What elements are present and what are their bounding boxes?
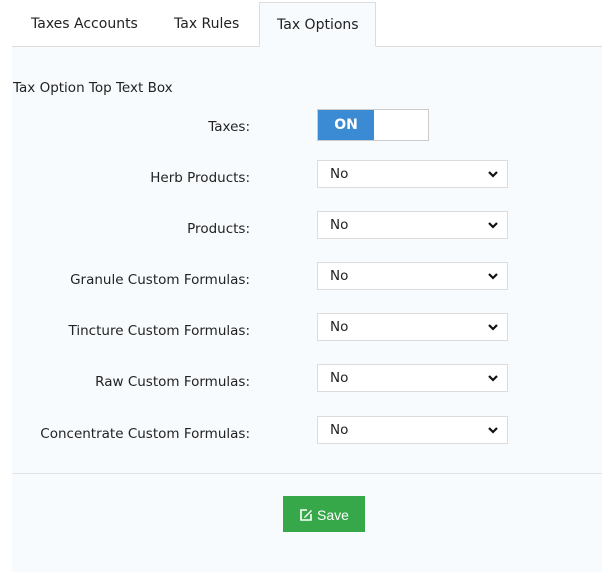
tab-tax-options[interactable]: Tax Options [259, 2, 376, 47]
select-value: No [330, 217, 349, 233]
save-label: Save [317, 507, 349, 523]
tab-bar: Taxes Accounts Tax Rules Tax Options [12, 0, 602, 47]
raw-custom-formulas-label: Raw Custom Formulas: [95, 374, 250, 390]
select-value: No [330, 319, 349, 335]
chevron-down-icon [488, 171, 498, 178]
products-select[interactable]: No [317, 211, 508, 239]
tab-tax-rules[interactable]: Tax Rules [158, 2, 255, 46]
granule-custom-formulas-select[interactable]: No [317, 262, 508, 290]
tax-options-panel [12, 46, 602, 572]
chevron-down-icon [488, 427, 498, 434]
granule-custom-formulas-label: Granule Custom Formulas: [70, 272, 250, 288]
chevron-down-icon [488, 375, 498, 382]
herb-products-select[interactable]: No [317, 160, 508, 188]
taxes-toggle[interactable]: ON [317, 109, 429, 141]
chevron-down-icon [488, 273, 498, 280]
chevron-down-icon [488, 324, 498, 331]
select-value: No [330, 370, 349, 386]
herb-products-label: Herb Products: [150, 170, 250, 186]
products-label: Products: [187, 221, 250, 237]
form-divider [12, 473, 602, 474]
tab-taxes-accounts[interactable]: Taxes Accounts [15, 2, 154, 46]
chevron-down-icon [488, 222, 498, 229]
edit-icon [300, 509, 313, 521]
tincture-custom-formulas-select[interactable]: No [317, 313, 508, 341]
select-value: No [330, 268, 349, 284]
select-value: No [330, 422, 349, 438]
concentrate-custom-formulas-select[interactable]: No [317, 416, 508, 444]
tincture-custom-formulas-label: Tincture Custom Formulas: [68, 323, 250, 339]
concentrate-custom-formulas-label: Concentrate Custom Formulas: [40, 426, 250, 442]
raw-custom-formulas-select[interactable]: No [317, 364, 508, 392]
toggle-on-state: ON [318, 110, 374, 140]
save-button[interactable]: Save [283, 496, 365, 532]
tax-option-top-text: Tax Option Top Text Box [13, 80, 173, 96]
select-value: No [330, 166, 349, 182]
taxes-label: Taxes: [208, 119, 250, 135]
